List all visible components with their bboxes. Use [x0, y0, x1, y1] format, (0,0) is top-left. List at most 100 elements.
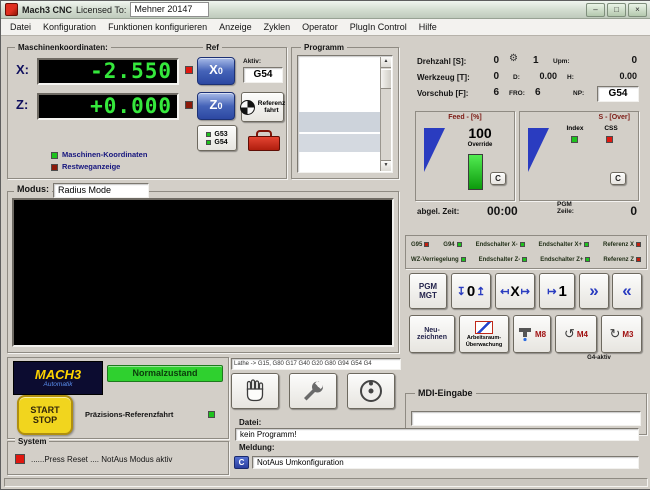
mach3-window: Mach3 CNC Licensed To: Mehner 20147 – □ …: [0, 0, 650, 490]
minimize-icon[interactable]: –: [586, 2, 605, 17]
menu-operator[interactable]: Operator: [296, 19, 344, 35]
h-label: H:: [567, 74, 574, 81]
reset-status-button[interactable]: Normalzustand: [107, 365, 223, 382]
mach3-logo-subtext: Automatik: [43, 380, 73, 388]
zero-z-sub: 0: [217, 101, 223, 111]
menu-funktionen-konfigurieren[interactable]: Funktionen konfigurieren: [102, 19, 213, 35]
z-dro[interactable]: +0.000: [37, 93, 179, 120]
close-icon[interactable]: ×: [628, 2, 647, 17]
redraw-line1: Neu-: [424, 327, 440, 334]
limit-label: WZ-Verriegelung: [411, 256, 459, 263]
limit-led: [519, 242, 525, 247]
clear-message-button[interactable]: C: [234, 456, 249, 469]
menu-zyklen[interactable]: Zyklen: [258, 19, 297, 35]
spindle-override-slider[interactable]: [528, 128, 549, 172]
spindle-reset-button[interactable]: C: [610, 172, 626, 185]
scroll-down-icon[interactable]: ▼: [381, 160, 391, 171]
menu-anzeige[interactable]: Anzeige: [213, 19, 258, 35]
ref-caption: Ref: [203, 43, 222, 52]
pgm-mgt-button[interactable]: PGM MGT: [409, 273, 447, 309]
program-list-row: [299, 112, 382, 132]
limit-led: [456, 242, 462, 247]
settings-button[interactable]: [289, 373, 337, 409]
spindle-ccw-m4-button[interactable]: ↺ M4: [555, 315, 597, 353]
g54-led: [206, 139, 212, 145]
m3-label: M3: [622, 329, 634, 339]
handwheel-icon: [360, 380, 382, 402]
menu-plugin-control[interactable]: PlugIn Control: [344, 19, 413, 35]
titlebar[interactable]: Mach3 CNC Licensed To: Mehner 20147 – □ …: [1, 1, 650, 19]
fast-forward-button[interactable]: »: [579, 273, 609, 309]
scroll-up-icon[interactable]: ▲: [381, 57, 391, 68]
program-scrollbar[interactable]: ▲ ▼: [380, 57, 391, 171]
redraw-line2: zeichnen: [417, 334, 447, 341]
license-value: Mehner 20147: [130, 2, 210, 17]
start-stop-button[interactable]: START STOP: [17, 395, 73, 435]
css-led: [606, 136, 613, 143]
limit-indicator: Referenz X: [603, 242, 641, 248]
limit-label: Endschalter Z+: [540, 256, 584, 263]
feed-override-value: 100: [468, 125, 492, 141]
left-arrow-icon: ↤: [500, 285, 510, 298]
limit-led: [460, 257, 466, 262]
s-panel-title: S - [Over]: [598, 114, 630, 121]
praezision-caption: Präzisions-Referenzfahrt: [85, 410, 174, 419]
rewind-button[interactable]: «: [612, 273, 642, 309]
status-bar: [4, 478, 648, 487]
modus-label: Modus:: [14, 185, 52, 194]
maximize-icon[interactable]: □: [607, 2, 626, 17]
tool-table-button[interactable]: [245, 127, 283, 151]
zero-x-sub: 0: [217, 66, 223, 76]
menu-konfiguration[interactable]: Konfiguration: [37, 19, 102, 35]
workspace-icon: [475, 320, 493, 334]
zero-x-button[interactable]: ↤ X ↦: [495, 273, 535, 309]
m4-label: M4: [576, 329, 589, 339]
aktiv-label: Aktiv:: [243, 58, 262, 65]
z-ref-led: [185, 101, 193, 109]
scrollbar-thumb[interactable]: [381, 69, 391, 89]
feed-reset-button[interactable]: C: [490, 172, 506, 185]
workspace-caption-line2: Überwachung: [465, 341, 503, 348]
css-label: CSS: [604, 125, 618, 132]
system-message: ......Press Reset .... NotAus Modus akti…: [31, 455, 173, 464]
g53-label: G53: [214, 130, 228, 138]
goto-zero-button[interactable]: ↧ 0 ↥: [451, 273, 491, 309]
machine-coords-caption: Maschinen-Koordinaten: [62, 150, 148, 159]
coolant-m8-button[interactable]: M8: [513, 315, 551, 353]
limit-label: G94: [443, 241, 455, 248]
drehzahl-label: Drehzahl [S]:: [417, 57, 467, 66]
restweg-caption: Restweganzeige: [62, 162, 121, 171]
goto-position-1-button[interactable]: ↦ 1: [539, 273, 575, 309]
datei-label: Datei:: [239, 418, 262, 427]
mdi-input[interactable]: [411, 411, 641, 426]
spindle-cw-m3-button[interactable]: ↻ M3: [601, 315, 642, 353]
handwheel-button[interactable]: [347, 373, 395, 409]
reference-home-button[interactable]: Referenz fahrt: [239, 92, 285, 122]
x-axis-label: X:: [16, 62, 29, 77]
meldung-label: Meldung:: [239, 443, 275, 452]
x-dro[interactable]: -2.550: [37, 58, 179, 85]
zero-z-axis-button[interactable]: Z0: [197, 92, 235, 120]
program-listbox[interactable]: ▲ ▼: [297, 55, 393, 173]
index-label: Index: [566, 125, 584, 132]
menu-hilfe[interactable]: Hilfe: [413, 19, 443, 35]
feed-panel-title: Feed - [%]: [448, 114, 482, 121]
g54-label: G54: [214, 138, 228, 146]
np-value: G54: [597, 86, 639, 102]
reference-button-line2: fahrt: [264, 107, 279, 114]
mach3-logo: MACH3 Automatik: [13, 361, 103, 395]
menu-datei[interactable]: Datei: [4, 19, 37, 35]
limit-led: [584, 242, 590, 247]
feed-override-slider[interactable]: [424, 128, 445, 172]
wrench-icon: [304, 381, 323, 401]
jog-button[interactable]: [231, 373, 279, 409]
zero-x-letter: X: [510, 283, 520, 299]
upm-value: 0: [631, 55, 637, 66]
zero-x-axis-button[interactable]: X0: [197, 57, 235, 85]
limit-indicator: Endschalter Z-: [479, 257, 528, 263]
redraw-button[interactable]: Neu- zeichnen: [409, 315, 455, 353]
g53-g54-toggle-button[interactable]: G53 G54: [197, 125, 237, 151]
limit-led: [636, 257, 641, 262]
workspace-monitor-button[interactable]: Arbeitsraum- Überwachung: [459, 315, 509, 353]
datei-value: kein Programm!: [235, 428, 639, 441]
